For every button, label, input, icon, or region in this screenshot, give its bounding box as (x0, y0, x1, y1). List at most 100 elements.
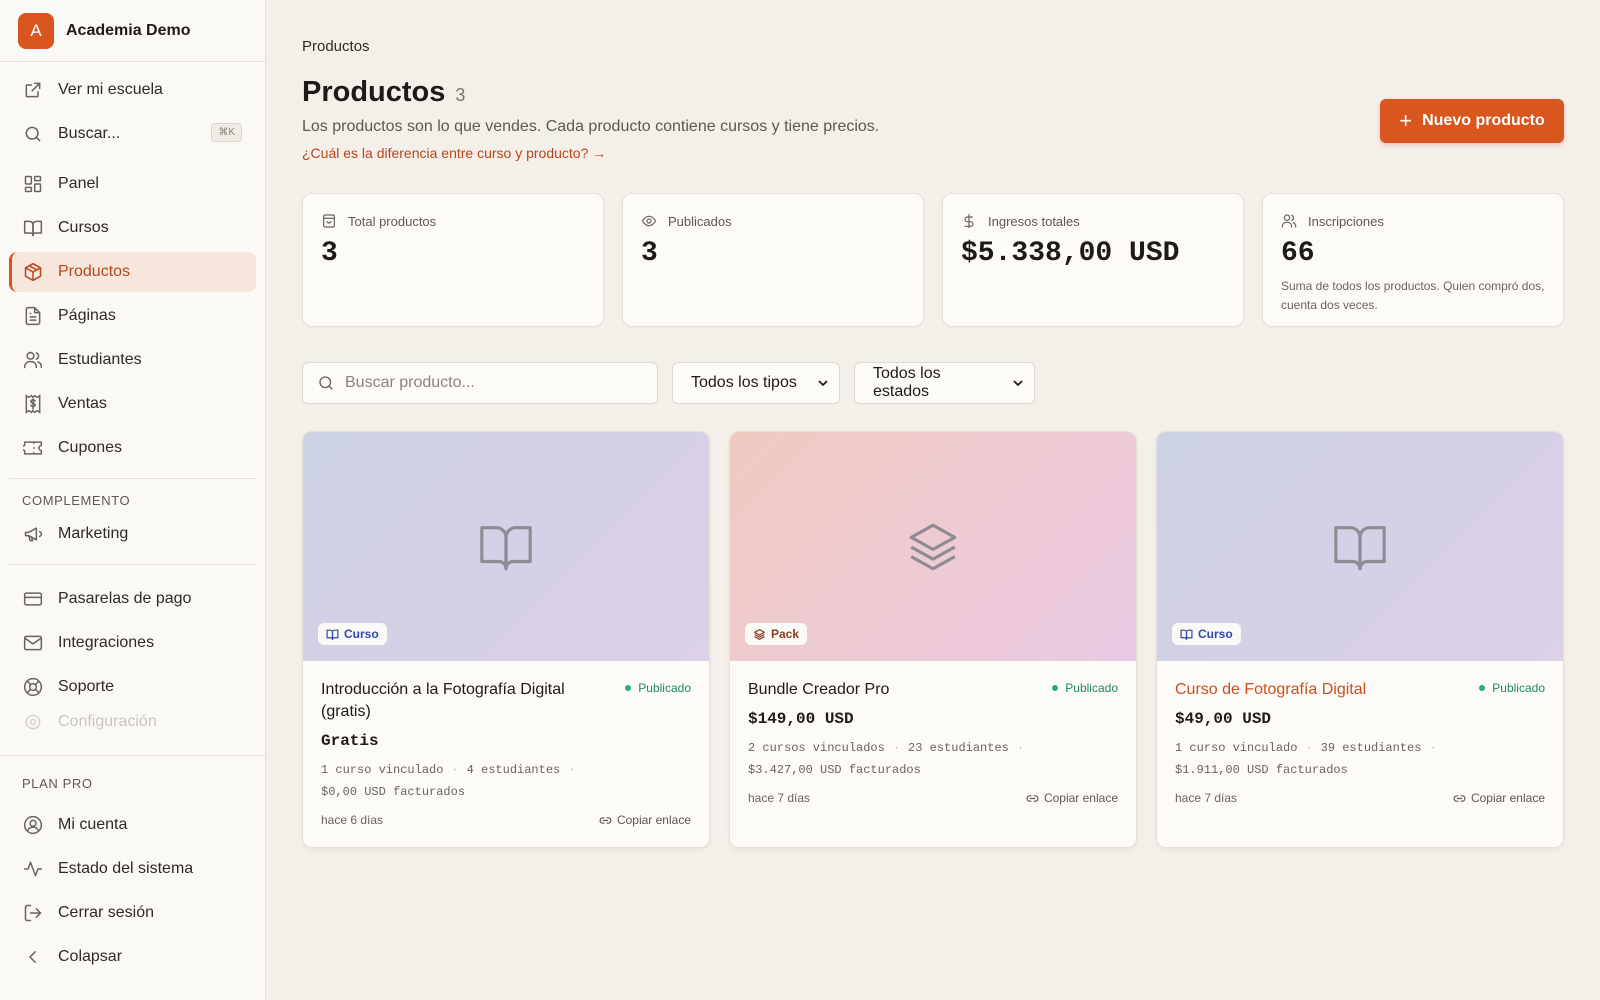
product-thumbnail: Curso (1157, 432, 1563, 661)
sidebar-item-label: Ventas (58, 395, 107, 412)
chevron-left-icon (22, 946, 44, 968)
sidebar-item-panel[interactable]: Panel (9, 164, 256, 204)
sidebar-item-label: Estado del sistema (58, 860, 194, 877)
sidebar-item-label: Mi cuenta (58, 816, 128, 833)
student-count: 39 estudiantes (1320, 741, 1422, 755)
sidebar-item-label: Cerrar sesión (58, 904, 155, 921)
sidebar-item-my-account[interactable]: Mi cuenta (9, 805, 256, 845)
gear-icon (22, 711, 44, 733)
page-title: Productos (302, 76, 446, 108)
stat-note: Suma de todos los productos. Quien compr… (1281, 279, 1545, 312)
product-card[interactable]: Pack Bundle Creador Pro Publicado $149,0… (729, 431, 1137, 848)
product-grid: Curso Introducción a la Fotografía Digit… (302, 431, 1564, 848)
stat-card-published: Publicados 3 (622, 193, 924, 327)
bag-icon (321, 212, 339, 230)
linked-courses: 1 curso vinculado (321, 763, 444, 777)
status-badge: Publicado (1052, 681, 1118, 695)
sidebar-item-integrations[interactable]: Integraciones (9, 623, 256, 663)
product-title[interactable]: Introducción a la Fotografía Digital (gr… (321, 679, 601, 723)
billed-amount: $1.911,00 USD facturados (1175, 763, 1348, 777)
type-filter-value: Todos los tipos (691, 374, 797, 391)
sidebar-item-label: Integraciones (58, 634, 155, 651)
filters-bar: Todos los tipos Todos los estados (302, 362, 1035, 404)
sidebar-item-pages[interactable]: Páginas (9, 296, 256, 336)
product-search[interactable] (302, 362, 658, 404)
product-card[interactable]: Curso Curso de Fotografía Digital Public… (1156, 431, 1564, 848)
product-price: $49,00 USD (1175, 710, 1272, 728)
product-title[interactable]: Bundle Creador Pro (748, 679, 1028, 701)
sidebar-item-coupons[interactable]: Cupones (9, 428, 256, 468)
copy-link-button[interactable]: Copiar enlace (1453, 791, 1545, 805)
external-link-icon (22, 79, 44, 101)
status-badge: Publicado (1479, 681, 1545, 695)
sidebar-item-marketing[interactable]: Marketing (9, 514, 256, 554)
credit-card-icon (22, 588, 44, 610)
sidebar-divider (9, 564, 256, 565)
sidebar-item-view-school[interactable]: Ver mi escuela (9, 70, 256, 110)
chevron-down-icon (1012, 377, 1024, 389)
type-badge: Curso (318, 623, 387, 645)
sidebar-item-courses[interactable]: Cursos (9, 208, 256, 248)
breadcrumb[interactable]: Productos (302, 38, 370, 55)
sidebar-search[interactable]: Buscar... ⌘K (9, 114, 256, 154)
link-icon (1026, 792, 1039, 805)
sidebar-item-logout[interactable]: Cerrar sesión (9, 893, 256, 933)
book-open-icon (1331, 518, 1389, 576)
dashboard-icon (22, 173, 44, 195)
activity-icon (22, 858, 44, 880)
sidebar-collapse-button[interactable]: Colapsar (9, 937, 256, 977)
search-icon (317, 374, 335, 392)
status-filter-select[interactable]: Todos los estados (854, 362, 1035, 404)
type-badge: Pack (745, 623, 808, 645)
brand-header[interactable]: A Academia Demo (0, 0, 265, 62)
sidebar: A Academia Demo Ver mi escuela Buscar...… (0, 0, 266, 1000)
product-meta: 2 cursos vinculados · 23 estudiantes · $3.4… (748, 741, 1025, 777)
user-circle-icon (22, 814, 44, 836)
search-icon (22, 123, 44, 145)
copy-link-button[interactable]: Copiar enlace (1026, 791, 1118, 805)
dollar-icon (961, 212, 979, 230)
sidebar-item-system-status[interactable]: Estado del sistema (9, 849, 256, 889)
copy-link-button[interactable]: Copiar enlace (599, 813, 691, 827)
brand-logo: A (18, 12, 54, 49)
users-icon (22, 349, 44, 371)
sidebar-item-sales[interactable]: Ventas (9, 384, 256, 424)
sidebar-account-section: PLAN PRO Mi cuenta Estado del sistema Ce… (0, 755, 265, 981)
product-thumbnail: Pack (730, 432, 1136, 661)
status-badge: Publicado (625, 681, 691, 695)
type-badge-label: Curso (344, 627, 379, 641)
product-count: 3 (455, 85, 466, 105)
sidebar-item-settings[interactable]: Configuración (9, 711, 256, 733)
copy-link-label: Copiar enlace (616, 813, 691, 827)
sidebar-item-label: Cursos (58, 219, 109, 236)
title-row: Productos 3 (302, 76, 465, 109)
sidebar-item-products[interactable]: Productos (9, 252, 256, 292)
billed-amount: $0,00 USD facturados (321, 785, 466, 799)
help-link[interactable]: ¿Cuál es la diferencia entre curso y pro… (302, 145, 606, 161)
plus-icon: + (1399, 108, 1413, 133)
sidebar-item-students[interactable]: Estudiantes (9, 340, 256, 380)
sidebar-item-label: Marketing (58, 525, 129, 542)
sidebar-item-label: Productos (58, 263, 131, 280)
section-label-plan: PLAN PRO (22, 776, 93, 791)
sidebar-item-payment-gateways[interactable]: Pasarelas de pago (9, 579, 256, 619)
stat-label: Inscripciones (1308, 213, 1384, 229)
product-search-input[interactable] (345, 374, 635, 392)
stats-row: Total productos 3 Publicados 3 Ingresos … (302, 193, 1564, 327)
main-content: Productos Productos 3 Los productos son … (266, 0, 1600, 1000)
layers-icon (753, 628, 766, 641)
product-card[interactable]: Curso Introducción a la Fotografía Digit… (302, 431, 710, 848)
type-filter-select[interactable]: Todos los tipos (672, 362, 840, 404)
product-meta: 1 curso vinculado · 39 estudiantes · $1.911… (1175, 741, 1437, 777)
link-icon (1453, 792, 1466, 805)
product-title[interactable]: Curso de Fotografía Digital (1175, 679, 1455, 701)
stat-value: $5.338,00 USD (961, 238, 1180, 269)
new-product-button[interactable]: + Nuevo producto (1380, 99, 1564, 143)
lifebuoy-icon (22, 676, 44, 698)
mail-icon (22, 632, 44, 654)
type-badge-label: Curso (1198, 627, 1233, 641)
sidebar-item-support[interactable]: Soporte (9, 667, 256, 707)
status-dot (625, 685, 632, 691)
stat-card-total: Total productos 3 (302, 193, 604, 327)
stat-value: 3 (641, 238, 658, 269)
